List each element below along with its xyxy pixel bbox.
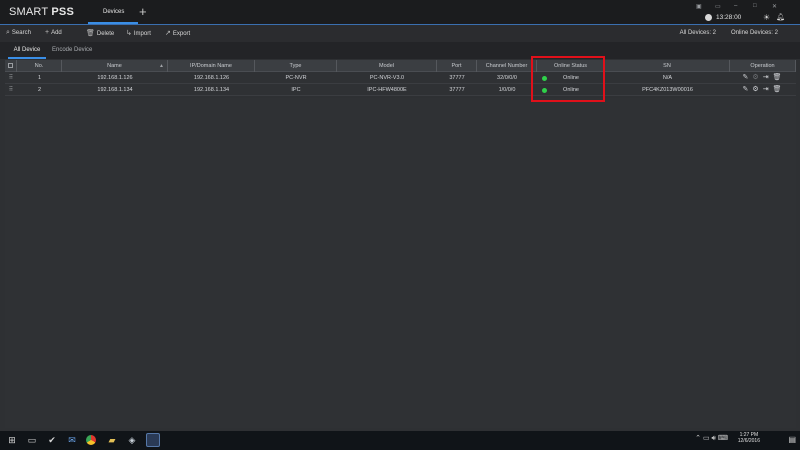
- cell-sn: PFC4KZ013W00016: [642, 87, 693, 93]
- smart-pss-window: SMART PSS Devices + ▣ ▭ – □ ✕ 13:28:00 ☀…: [0, 0, 800, 431]
- mail-icon[interactable]: ✉: [66, 434, 78, 446]
- search-icon: ⌕: [6, 29, 10, 36]
- table-empty-area: [5, 98, 796, 428]
- cell-name: 192.168.1.126: [97, 75, 133, 81]
- chrome-icon[interactable]: [86, 435, 96, 445]
- add-tab-button[interactable]: +: [139, 5, 147, 18]
- row-drag-handle[interactable]: ⠿: [5, 84, 17, 96]
- sun-icon[interactable]: ☀: [763, 13, 770, 22]
- online-status-dot-icon: [542, 87, 547, 93]
- table-row[interactable]: ⠿ 2 192.168.1.134 192.168.1.134 IPC IPC-…: [5, 84, 796, 96]
- settings-icon[interactable]: ⚙: [752, 86, 760, 93]
- online-devices-count: Online Devices: 2: [730, 30, 778, 36]
- input-icon[interactable]: ⌨: [718, 435, 728, 442]
- windows-start-icon[interactable]: ⊞: [6, 434, 18, 446]
- cell-name: 192.168.1.134: [97, 87, 133, 93]
- cell-operation: ✎ ⚙ ⇥ 🗑︎: [730, 72, 796, 84]
- online-status-dot-icon: [542, 75, 547, 81]
- delete-icon[interactable]: 🗑︎: [773, 86, 784, 93]
- cell-port: 37777: [449, 75, 465, 81]
- app-brand: SMART PSS: [9, 6, 74, 18]
- volume-icon[interactable]: 🔊︎: [712, 435, 716, 442]
- sort-up-icon: ▲: [159, 63, 164, 69]
- store-icon[interactable]: ✔: [46, 434, 58, 446]
- table-row[interactable]: ⠿ 1 192.168.1.126 192.168.1.126 PC-NVR P…: [5, 72, 796, 84]
- cell-channel: 1/0/0/0: [498, 87, 516, 93]
- device-table: No. Name ▲ IP/Domain Name Type Model Port…: [5, 60, 796, 96]
- cell-operation: ✎ ⚙ ⇥ 🗑︎: [730, 84, 796, 96]
- tab-all-device[interactable]: All Device: [8, 42, 46, 59]
- smart-pss-taskbar-icon[interactable]: [146, 433, 160, 447]
- delete-icon[interactable]: 🗑︎: [773, 74, 784, 81]
- export-icon: ↗: [165, 30, 171, 37]
- windows-taskbar: ⊞ ▭ ✔ ✉ ▰ ◈ ⌃ ▭ 🔊︎ ⌨ 1:27 PM 12/6/2016 ▤: [0, 431, 800, 450]
- logout-icon[interactable]: ⇥: [763, 86, 771, 93]
- trash-icon: 🗑︎: [86, 30, 95, 37]
- table-header: No. Name ▲ IP/Domain Name Type Model Port…: [5, 60, 796, 72]
- grip-icon: ⠿: [8, 75, 14, 81]
- app-icon[interactable]: ◈: [126, 434, 138, 446]
- bell-icon[interactable]: 🔔︎: [776, 13, 785, 21]
- import-button[interactable]: ↳ Import: [126, 29, 151, 39]
- cell-sn: N/A: [662, 75, 673, 81]
- column-status[interactable]: Online Status: [537, 60, 605, 72]
- cell-port: 37777: [449, 87, 465, 93]
- network-icon[interactable]: ▭: [703, 435, 710, 442]
- title-bar: SMART PSS Devices + ▣ ▭ – □ ✕ 13:28:00 ☀…: [0, 0, 800, 25]
- cell-ip: 192.168.1.126: [193, 75, 230, 81]
- column-type[interactable]: Type: [255, 60, 337, 72]
- column-sn[interactable]: SN: [605, 60, 730, 72]
- taskbar-clock[interactable]: 1:27 PM 12/6/2016: [738, 432, 760, 444]
- system-tray: ⌃ ▭ 🔊︎ ⌨: [695, 434, 728, 443]
- clock-time: 13:28:00: [716, 14, 742, 21]
- chevron-up-icon[interactable]: ⌃: [695, 435, 701, 442]
- cell-type: PC-NVR: [285, 75, 307, 81]
- cell-ip: 192.168.1.134: [193, 87, 230, 93]
- column-ip[interactable]: IP/Domain Name: [168, 60, 255, 72]
- column-operation: Operation: [730, 60, 796, 72]
- add-button[interactable]: + Add: [45, 29, 62, 39]
- toolbar: ⌕ Search + Add 🗑︎ Delete ↳ Import ↗ Export Al…: [0, 25, 800, 42]
- lock-icon[interactable]: ▣: [696, 3, 702, 10]
- grip-icon: ⠿: [8, 87, 14, 93]
- checkbox-icon: [8, 62, 13, 68]
- cell-no: 2: [37, 87, 42, 93]
- cell-model: PC-NVR-V3.0: [369, 75, 405, 81]
- cell-model: IPC-HFW4800E: [367, 87, 407, 93]
- column-port[interactable]: Port: [437, 60, 477, 72]
- logout-icon[interactable]: ⇥: [763, 74, 771, 81]
- maximize-icon[interactable]: □: [753, 3, 757, 9]
- edit-icon[interactable]: ✎: [743, 74, 751, 81]
- window-controls: ▣ ▭ – □ ✕: [696, 3, 792, 11]
- column-model[interactable]: Model: [337, 60, 437, 72]
- tab-encode-device[interactable]: Encode Device: [52, 42, 92, 59]
- import-icon: ↳: [126, 30, 132, 37]
- cell-type: IPC: [291, 87, 301, 93]
- notification-icon[interactable]: ▤: [788, 435, 796, 444]
- export-button[interactable]: ↗ Export: [165, 29, 190, 39]
- settings-icon[interactable]: ⚙: [752, 74, 760, 81]
- clock-icon: [705, 14, 712, 21]
- folder-icon[interactable]: ▰: [106, 434, 118, 446]
- minimize-icon[interactable]: –: [734, 3, 737, 9]
- tab-devices[interactable]: Devices: [88, 0, 138, 24]
- cell-status: Online: [537, 72, 605, 84]
- close-icon[interactable]: ✕: [772, 3, 777, 10]
- column-name[interactable]: Name ▲: [62, 60, 168, 72]
- select-all-checkbox[interactable]: [5, 60, 17, 72]
- cell-status: Online: [537, 84, 605, 96]
- cell-no: 1: [37, 75, 42, 81]
- task-view-icon[interactable]: ▭: [26, 434, 38, 446]
- plus-icon: +: [45, 29, 50, 36]
- edit-icon[interactable]: ✎: [743, 86, 751, 93]
- device-subtabs: All Device Encode Device: [0, 42, 800, 59]
- column-no[interactable]: No.: [17, 60, 62, 72]
- search-button[interactable]: ⌕ Search: [6, 29, 31, 39]
- delete-button[interactable]: 🗑︎ Delete: [86, 29, 114, 39]
- all-devices-count: All Devices: 2: [679, 30, 716, 36]
- restore-icon[interactable]: ▭: [715, 3, 721, 10]
- row-drag-handle[interactable]: ⠿: [5, 72, 17, 84]
- cell-channel: 32/0/0/0: [497, 75, 517, 81]
- column-channel[interactable]: Channel Number: [477, 60, 537, 72]
